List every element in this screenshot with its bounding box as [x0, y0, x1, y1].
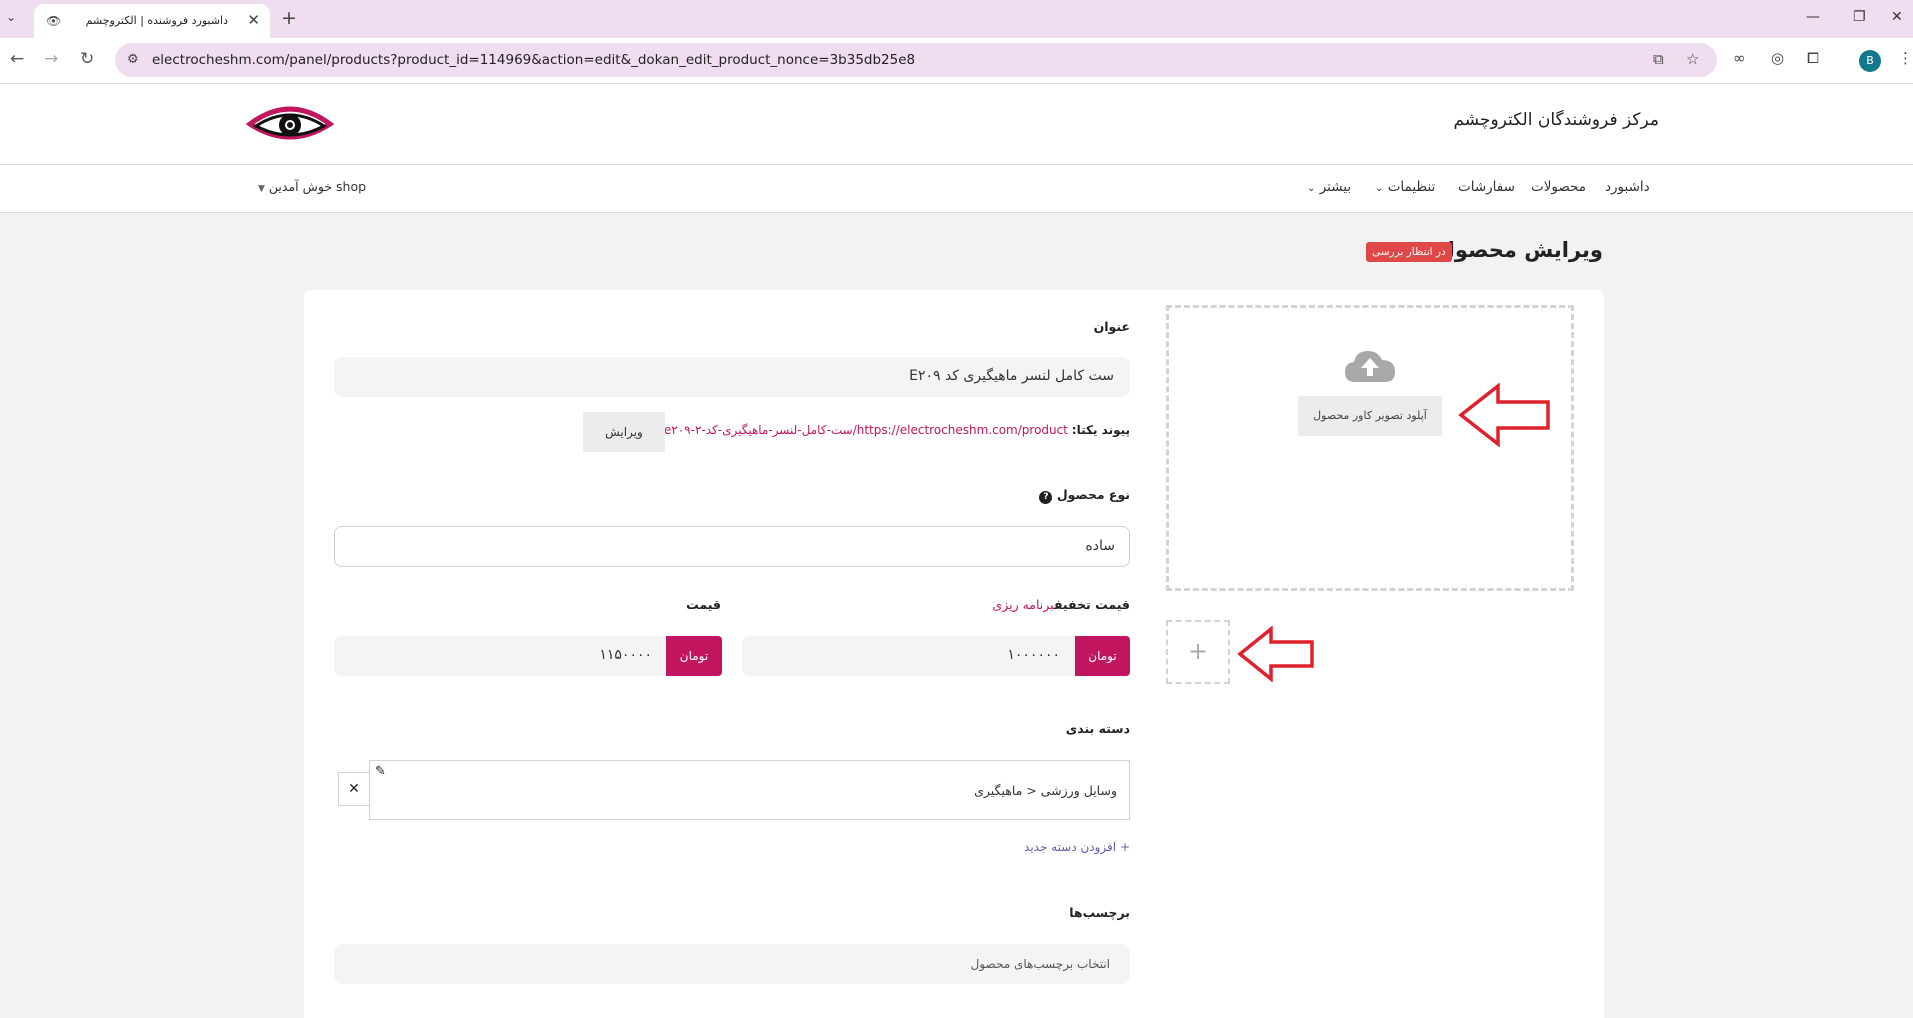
back-icon[interactable]: ←: [10, 49, 24, 69]
profile-avatar[interactable]: B: [1859, 50, 1881, 72]
chevron-down-icon: ⌄: [1307, 183, 1316, 194]
tags-input[interactable]: انتخاب برچسب‌های محصول: [334, 944, 1130, 984]
sale-price-label-text: قیمت تخفیف: [1053, 597, 1130, 612]
permalink-edit-button[interactable]: ویرایش: [583, 412, 665, 452]
address-bar[interactable]: ⚙ electrocheshm.com/panel/products?produ…: [115, 43, 1717, 77]
annotation-arrow-left-icon: [1458, 382, 1552, 451]
bookmark-star-icon[interactable]: ☆: [1686, 50, 1699, 68]
edit-pencil-icon[interactable]: ✎: [375, 764, 386, 779]
reload-icon[interactable]: ↻: [80, 49, 94, 69]
browser-tab[interactable]: 👁 داشبورد فروشنده | الکتروچشم ✕: [34, 4, 270, 38]
nav-orders[interactable]: سفارشات: [1458, 179, 1515, 195]
caret-down-icon: ▼: [258, 184, 265, 194]
product-type-value: ساده: [1085, 538, 1115, 554]
permalink-base-link[interactable]: https://electrocheshm.com/product/: [853, 423, 1068, 437]
permalink-label: پیوند یکتا:: [1071, 423, 1130, 437]
url-text: electrocheshm.com/panel/products?product…: [152, 52, 916, 68]
tab-title: داشبورد فروشنده | الکتروچشم: [85, 14, 228, 27]
cloud-upload-icon: [1343, 348, 1397, 388]
title-input[interactable]: ست کامل لنسر ماهیگیری کد E۲۰۹: [334, 357, 1130, 397]
price-currency: تومان: [666, 636, 722, 676]
tags-placeholder: انتخاب برچسب‌های محصول: [970, 957, 1110, 971]
category-selector[interactable]: وسایل ورزشی < ماهیگیری ✎: [369, 760, 1130, 820]
upload-cover-button[interactable]: آپلود تصویر کاور محصول: [1298, 396, 1442, 436]
extensions-puzzle-icon[interactable]: ⧠: [1807, 49, 1819, 67]
user-menu[interactable]: shop خوش آمدین ▼: [258, 179, 366, 194]
extension-icon[interactable]: ◎: [1771, 49, 1784, 67]
tab-list-chevron-icon[interactable]: ⌄: [6, 10, 16, 24]
product-type-label-text: نوع محصول: [1056, 487, 1130, 502]
site-logo[interactable]: [245, 100, 335, 150]
minimize-icon[interactable]: —: [1806, 9, 1820, 25]
site-settings-icon[interactable]: ⚙: [127, 52, 139, 67]
product-type-label: نوع محصول ?: [1039, 487, 1130, 504]
annotation-arrow-left-icon: [1237, 625, 1315, 686]
eye-favicon-icon: 👁: [46, 14, 62, 28]
browser-menu-icon[interactable]: ⋮: [1898, 49, 1913, 67]
category-value: وسایل ورزشی < ماهیگیری: [974, 783, 1117, 798]
page-title: ویرایش محصول: [1436, 238, 1603, 262]
browser-tabstrip: ⌄ 👁 داشبورد فروشنده | الکتروچشم ✕ + — ❐ …: [0, 0, 1913, 38]
price-value: ۱۱۵۰۰۰۰: [599, 647, 652, 663]
chevron-down-icon: ⌄: [1375, 183, 1384, 194]
nav-products[interactable]: محصولات: [1531, 179, 1586, 195]
performance-icon[interactable]: ∞: [1733, 49, 1746, 67]
nav-more[interactable]: بیشتر ⌄: [1307, 179, 1351, 195]
permalink: پیوند یکتا: https://electrocheshm.com/pr…: [664, 423, 1130, 437]
forward-icon[interactable]: →: [44, 49, 58, 69]
restore-icon[interactable]: ❐: [1853, 9, 1866, 25]
remove-category-icon[interactable]: ✕: [338, 772, 370, 806]
tags-label: برچسب‌ها: [1069, 905, 1130, 920]
product-type-select[interactable]: ساده: [334, 526, 1130, 567]
nav-more-label: بیشتر: [1319, 179, 1352, 195]
sale-price-currency: تومان: [1075, 636, 1130, 676]
price-label: قیمت: [686, 597, 721, 612]
title-input-value: ست کامل لنسر ماهیگیری کد E۲۰۹: [909, 368, 1114, 384]
nav-settings-label: تنظیمات: [1387, 179, 1436, 195]
browser-toolbar: ← → ↻ ⚙ electrocheshm.com/panel/products…: [0, 38, 1913, 84]
schedule-link[interactable]: برنامه ریزی: [992, 597, 1054, 612]
user-welcome-text: shop خوش آمدین: [268, 179, 367, 194]
close-window-icon[interactable]: ✕: [1891, 9, 1903, 25]
sale-price-input[interactable]: ۱۰۰۰۰۰۰: [742, 636, 1130, 676]
nav-settings[interactable]: تنظیمات ⌄: [1375, 179, 1435, 195]
title-label: عنوان: [1093, 319, 1130, 334]
nav-dashboard[interactable]: داشبورد: [1605, 179, 1650, 195]
sale-price-label: قیمت تخفیفبرنامه ریزی: [992, 597, 1130, 612]
category-label: دسته بندی: [1065, 721, 1130, 736]
sale-price-value: ۱۰۰۰۰۰۰: [1007, 647, 1060, 663]
price-input[interactable]: ۱۱۵۰۰۰۰: [334, 636, 722, 676]
site-name[interactable]: مرکز فروشندگان الکتروچشم: [1453, 110, 1659, 130]
translate-icon[interactable]: ⧉: [1653, 50, 1664, 68]
add-category-link[interactable]: + افزودن دسته جدید: [1024, 840, 1130, 854]
new-tab-icon[interactable]: +: [281, 7, 297, 29]
add-gallery-image-button[interactable]: +: [1166, 620, 1230, 684]
permalink-slug-link[interactable]: ست-کامل-لنسر-ماهیگیری-کد-e۲۰۹-۲: [664, 423, 853, 437]
help-circle-icon[interactable]: ?: [1039, 491, 1053, 504]
status-badge: در انتظار بررسی: [1366, 242, 1452, 262]
tab-close-icon[interactable]: ✕: [247, 11, 260, 29]
site-header: مرکز فروشندگان الکتروچشم: [0, 84, 1913, 164]
main-navbar: داشبورد محصولات سفارشات تنظیمات ⌄ بیشتر …: [0, 164, 1913, 213]
